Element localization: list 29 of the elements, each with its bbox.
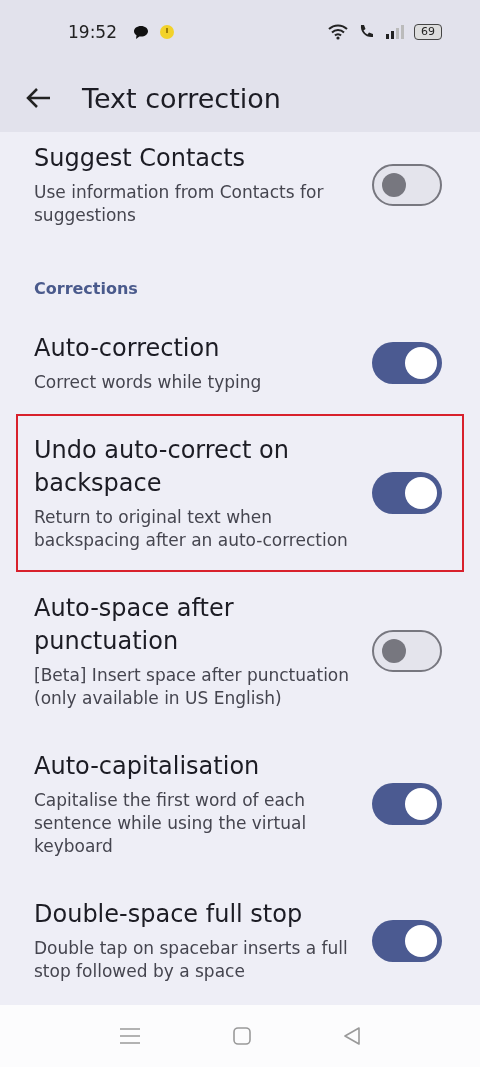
toggle-switch[interactable] [372, 472, 442, 514]
section-header: Corrections [34, 279, 138, 298]
toggle-switch[interactable] [372, 630, 442, 672]
setting-description: [Beta] Insert space after punctuation (only available in US English) [34, 664, 351, 710]
page-title: Text correction [82, 82, 281, 114]
setting-title: Auto-capitalisation [34, 751, 261, 782]
battery-indicator: 69 [414, 24, 442, 40]
toggle-switch[interactable] [372, 163, 442, 206]
setting-title: Auto-correction [34, 333, 221, 364]
wifi-icon [328, 24, 348, 40]
call-icon [358, 24, 376, 40]
notification-icon [159, 24, 175, 40]
setting-title: Undo auto-correct on backspace [34, 435, 290, 499]
setting-description: Correct words while typing [34, 371, 263, 394]
setting-title: Double-space full stop [34, 899, 304, 930]
status-time: 19:52 [68, 22, 117, 42]
setting-description: Use information from Contacts for suggestions [34, 181, 325, 227]
toggle-switch[interactable] [372, 783, 442, 825]
signal-icon [386, 25, 404, 39]
setting-title: Suggest Contacts [34, 143, 247, 174]
toggle-switch[interactable] [372, 342, 442, 384]
back-triangle-icon[interactable] [343, 1027, 361, 1045]
chat-icon [133, 24, 149, 40]
setting-title: Auto-space after punctuation [34, 593, 235, 657]
setting-description: Return to original text when backspacing after an auto-correction [34, 506, 349, 552]
setting-description: Double tap on spacebar inserts a full stop followed by a space [34, 937, 349, 983]
home-icon[interactable] [233, 1027, 251, 1045]
setting-description: Capitalise the first word of each sentence while using the virtual keyboard [34, 789, 308, 858]
toggle-switch[interactable] [372, 919, 442, 962]
